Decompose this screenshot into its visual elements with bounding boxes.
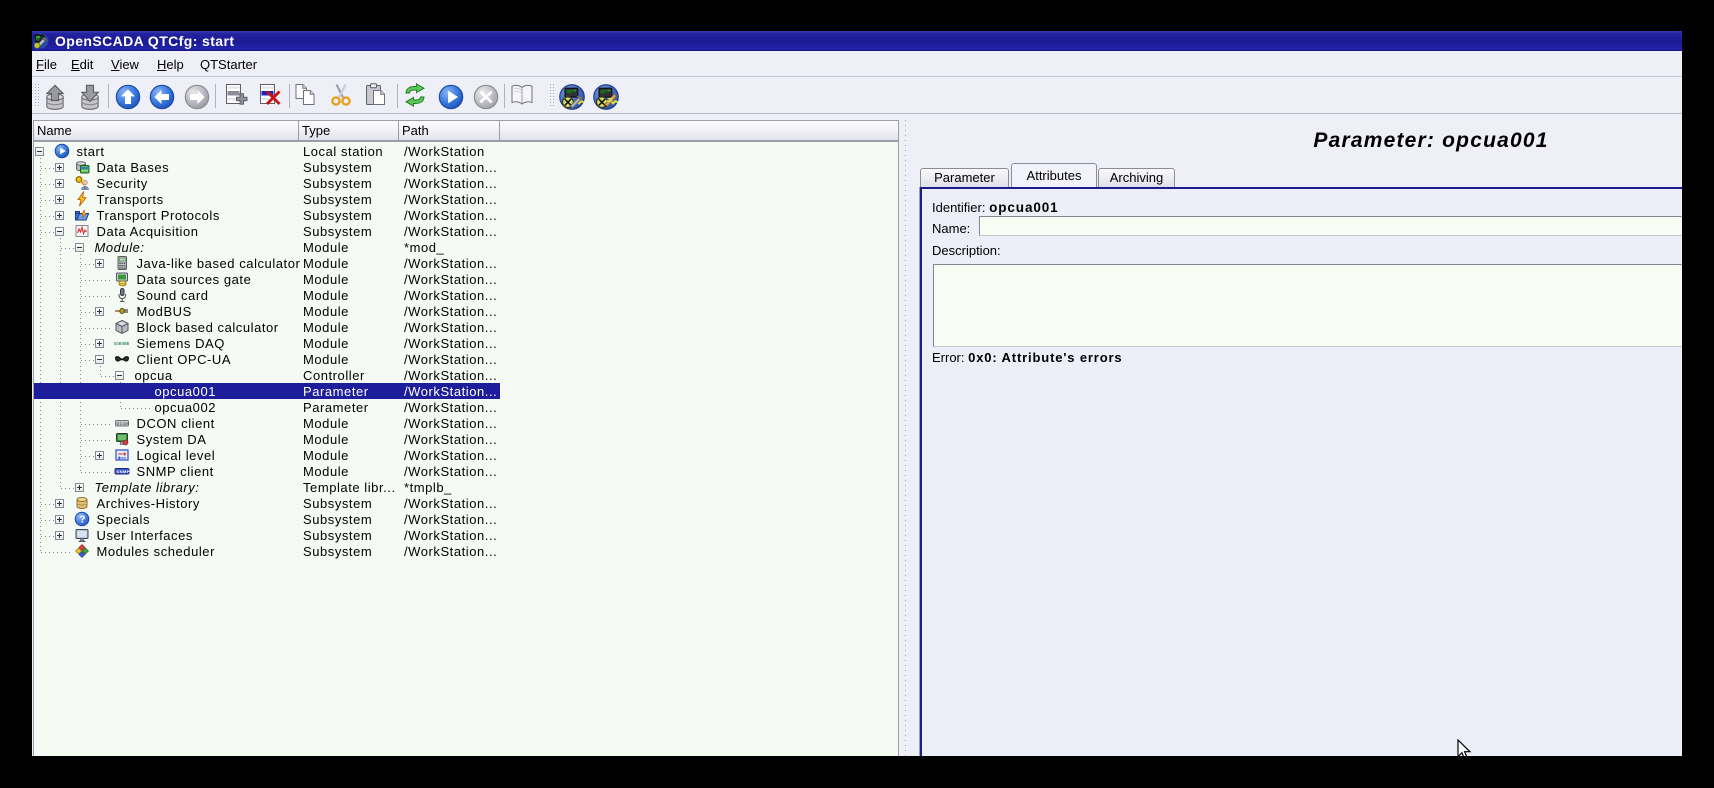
- svg-text:SNMP: SNMP: [116, 469, 130, 474]
- svg-text:DCON: DCON: [116, 422, 129, 426]
- svg-text:?: ?: [79, 515, 86, 526]
- svg-text:SIEMENS: SIEMENS: [114, 341, 130, 346]
